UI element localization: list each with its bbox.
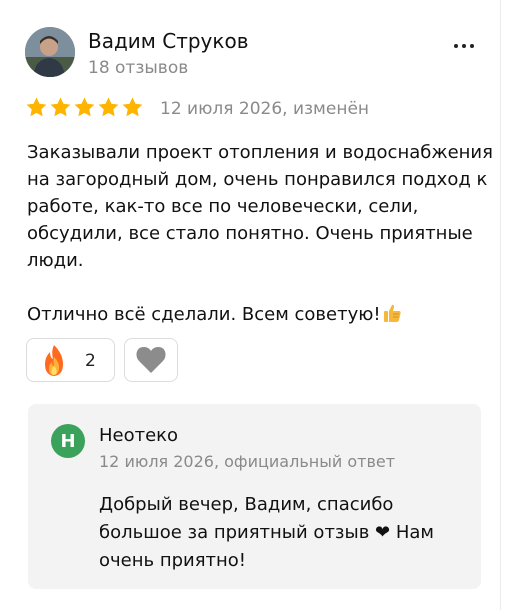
- heart-icon: [136, 347, 166, 373]
- company-avatar[interactable]: Н: [51, 424, 85, 458]
- author-avatar[interactable]: [25, 27, 75, 77]
- like-button[interactable]: [124, 338, 178, 382]
- company-name[interactable]: Неотеко: [99, 425, 178, 446]
- fire-reaction-button[interactable]: 2: [26, 338, 115, 382]
- company-reply: Н Неотеко 12 июля 2026, официальный отве…: [28, 404, 481, 589]
- rating-stars: [25, 96, 144, 119]
- star-icon: [98, 97, 119, 117]
- thumbs-up-icon: [383, 304, 401, 322]
- dot-icon: [462, 44, 466, 48]
- review-date: 12 июля 2026, изменён: [160, 99, 370, 119]
- review-card: Вадим Струков 18 отзывов 12 июля 2026, и…: [0, 0, 501, 610]
- review-paragraph-text: Отлично всё сделали. Всем советую!: [27, 304, 381, 325]
- dot-icon: [454, 44, 458, 48]
- author-reviews-count: 18 отзывов: [88, 58, 189, 78]
- fire-icon: [45, 345, 63, 376]
- star-icon: [74, 97, 95, 117]
- fire-reaction-count: 2: [85, 351, 96, 371]
- reply-meta: 12 июля 2026, официальный ответ: [99, 452, 396, 471]
- reply-text: Добрый вечер, Вадим, спасибо большое за …: [99, 494, 434, 571]
- dot-icon: [470, 44, 474, 48]
- more-options-button[interactable]: [449, 36, 479, 56]
- review-text: Заказывали проект отопления и водоснабже…: [27, 139, 497, 328]
- review-paragraph: Отлично всё сделали. Всем советую!: [27, 301, 497, 328]
- review-paragraph: Заказывали проект отопления и водоснабже…: [27, 142, 493, 271]
- star-icon: [122, 97, 143, 117]
- author-name[interactable]: Вадим Струков: [88, 29, 249, 53]
- star-icon: [26, 97, 47, 117]
- star-icon: [50, 97, 71, 117]
